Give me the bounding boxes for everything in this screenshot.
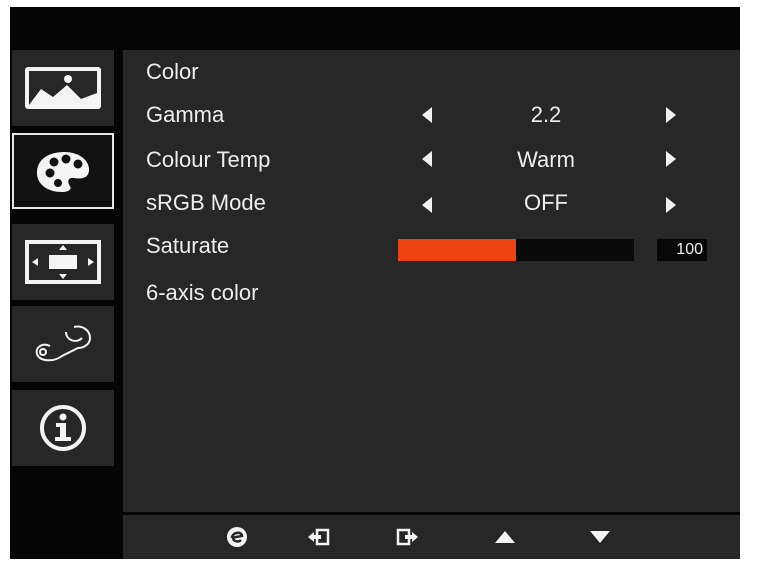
enter-icon[interactable] — [304, 523, 332, 551]
saturate-value: 100 — [657, 239, 707, 261]
osd-menu: Color Gamma 2.2 Colour Temp Warm sRGB Mo… — [10, 7, 740, 559]
down-arrow-icon[interactable] — [586, 523, 614, 551]
exit-icon[interactable] — [394, 523, 422, 551]
srgb-mode-increase-arrow-icon[interactable] — [666, 197, 676, 213]
tab-color[interactable] — [12, 133, 114, 209]
saturate-slider-fill — [398, 239, 516, 261]
gamma-increase-arrow-icon[interactable] — [666, 107, 676, 123]
e-key-icon[interactable] — [223, 523, 251, 551]
palette-icon — [34, 149, 92, 193]
menu-title: Color — [146, 59, 199, 84]
colour-temp-decrease-arrow-icon[interactable] — [422, 151, 432, 167]
tab-setup[interactable] — [12, 306, 114, 382]
tab-info[interactable] — [12, 390, 114, 466]
tab-picture[interactable] — [12, 50, 114, 126]
colour-temp-increase-arrow-icon[interactable] — [666, 151, 676, 167]
color-menu-panel: Color Gamma 2.2 Colour Temp Warm sRGB Mo… — [123, 50, 740, 512]
tab-osd-position[interactable] — [12, 224, 114, 300]
colour-temp-value: Warm — [517, 147, 575, 172]
info-icon — [38, 403, 88, 453]
six-axis-color-label[interactable]: 6-axis color — [146, 280, 258, 306]
srgb-mode-value: OFF — [524, 190, 568, 215]
srgb-mode-decrease-arrow-icon[interactable] — [422, 197, 432, 213]
gamma-label[interactable]: Gamma — [146, 102, 224, 128]
colour-temp-label[interactable]: Colour Temp — [146, 147, 270, 173]
key-guide-bar — [123, 515, 740, 559]
saturate-label[interactable]: Saturate — [146, 233, 229, 259]
osd-position-icon — [25, 240, 101, 284]
saturate-slider[interactable] — [398, 239, 634, 261]
srgb-mode-label[interactable]: sRGB Mode — [146, 190, 266, 216]
wrench-icon — [32, 324, 94, 364]
up-arrow-icon[interactable] — [491, 523, 519, 551]
picture-icon — [23, 65, 103, 111]
gamma-value: 2.2 — [530, 102, 562, 127]
gamma-decrease-arrow-icon[interactable] — [422, 107, 432, 123]
